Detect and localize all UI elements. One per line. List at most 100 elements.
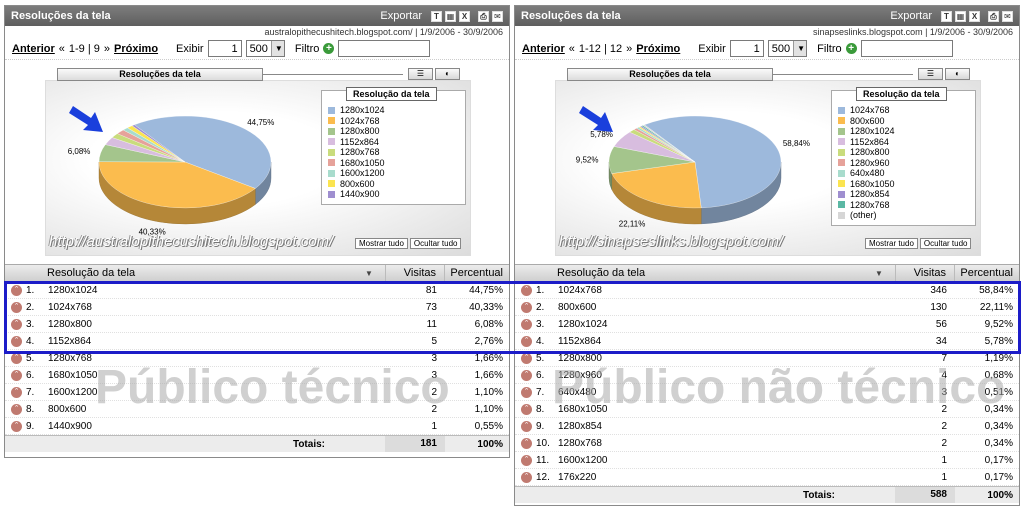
next-link[interactable]: Próximo [114, 43, 158, 55]
legend-item[interactable]: 1680x1050 [838, 179, 969, 190]
expand-row-icon[interactable]: ⌃ [521, 454, 532, 466]
legend-item[interactable]: 800x600 [838, 116, 969, 127]
legend-label: 1600x1200 [340, 168, 385, 179]
rank-number: 9. [26, 420, 35, 432]
legend-item[interactable]: 1280x800 [328, 126, 459, 137]
sort-desc-icon[interactable]: ▼ [365, 269, 385, 278]
legend-item[interactable]: 1024x768 [838, 105, 969, 116]
next-arrow-icon[interactable]: » [626, 43, 632, 55]
legend-item[interactable]: 800x600 [328, 179, 459, 190]
add-filter-icon[interactable]: + [845, 43, 857, 54]
table-row: ⌃ 6. 1280x960 4 0,68% [515, 367, 1019, 384]
expand-row-icon[interactable]: ⌃ [11, 352, 22, 364]
expand-row-icon[interactable]: ⌃ [521, 471, 532, 483]
resolution-cell: 1280x768 [48, 352, 92, 364]
visits-cell: 3 [941, 386, 947, 398]
legend-item[interactable]: 1280x768 [328, 147, 459, 158]
legend-item[interactable]: 640x480 [838, 168, 969, 179]
col-percent-header[interactable]: Percentual [445, 267, 509, 279]
prev-arrow-icon[interactable]: « [569, 43, 575, 55]
chart-export-icon[interactable]: ▦ [955, 10, 966, 22]
panel-title: Resoluções da tela [11, 10, 111, 22]
prev-arrow-icon[interactable]: « [59, 43, 65, 55]
visits-cell: 4 [941, 369, 947, 381]
text-export-icon[interactable]: T [941, 10, 952, 22]
expand-row-icon[interactable]: ⌃ [521, 369, 532, 381]
expand-row-icon[interactable]: ⌃ [521, 403, 532, 415]
legend-swatch [838, 190, 845, 198]
show-start-input[interactable] [207, 40, 242, 57]
percent-cell: 0,51% [984, 386, 1013, 398]
legend-item[interactable]: 1600x1200 [328, 168, 459, 179]
legend-item[interactable]: 1280x1024 [328, 105, 459, 116]
legend-item[interactable]: 1280x960 [838, 158, 969, 169]
percent-cell: 1,10% [474, 403, 503, 415]
legend-item[interactable]: 1152x864 [838, 137, 969, 148]
bar-chart-icon[interactable]: ☰ [918, 68, 943, 80]
chart-export-icon[interactable]: ▦ [445, 10, 456, 22]
expand-row-icon[interactable]: ⌃ [521, 437, 532, 449]
next-arrow-icon[interactable]: » [104, 43, 110, 55]
col-resolution-header[interactable]: Resolução da tela [515, 267, 875, 279]
legend-item[interactable]: 1680x1050 [328, 158, 459, 169]
hide-all-button[interactable]: Ocultar tudo [409, 238, 462, 249]
col-resolution-header[interactable]: Resolução da tela [5, 267, 365, 279]
rank-number: 7. [26, 386, 35, 398]
legend-item[interactable]: 1280x854 [838, 189, 969, 200]
legend-label: 1024x768 [340, 115, 380, 126]
bar-chart-icon[interactable]: ☰ [408, 68, 433, 80]
legend-item[interactable]: 1280x768 [838, 200, 969, 211]
prev-link[interactable]: Anterior [522, 43, 565, 55]
xls-export-icon[interactable]: X [459, 10, 470, 22]
resolution-cell: 1280x854 [558, 420, 602, 432]
next-link[interactable]: Próximo [636, 43, 680, 55]
sort-desc-icon[interactable]: ▼ [875, 269, 895, 278]
chart-type-buttons: ☰ ◐ [408, 68, 460, 80]
add-filter-icon[interactable]: + [323, 43, 335, 54]
expand-row-icon[interactable]: ⌃ [521, 386, 532, 398]
pie-chart-icon[interactable]: ◐ [945, 68, 970, 80]
pie-chart-icon[interactable]: ◐ [435, 68, 460, 80]
col-visits-header[interactable]: Visitas [895, 265, 955, 281]
rank-number: 12. [536, 471, 550, 483]
prev-link[interactable]: Anterior [12, 43, 55, 55]
legend-label: 800x600 [850, 115, 885, 126]
hide-all-button[interactable]: Ocultar tudo [919, 238, 972, 249]
pagination-bar: Anterior « 1-12 | 12 » Próximo Exibir 50… [515, 38, 1019, 60]
expand-row-icon[interactable]: ⌃ [11, 403, 22, 415]
legend-item[interactable]: 1152x864 [328, 137, 459, 148]
report-panel-left: Resoluções da tela Exportar T ▦ X ⎙ ✉ au… [4, 5, 510, 458]
percent-cell: 0,68% [984, 369, 1013, 381]
legend-item[interactable]: 1024x768 [328, 116, 459, 127]
expand-row-icon[interactable]: ⌃ [11, 386, 22, 398]
expand-row-icon[interactable]: ⌃ [11, 420, 22, 432]
show-all-button[interactable]: Mostrar tudo [355, 238, 408, 249]
page-size-select[interactable]: 500 ▼ [767, 40, 808, 57]
page-size-select[interactable]: 500 ▼ [245, 40, 285, 57]
email-icon[interactable]: ✉ [492, 10, 503, 22]
print-icon[interactable]: ⎙ [478, 10, 489, 22]
legend-item[interactable]: (other) [838, 210, 969, 221]
legend-item[interactable]: 1280x800 [838, 147, 969, 158]
rank-cell: ⌃ 7. [515, 386, 555, 398]
site-name: australopithecushitech.blogspot.com/ [264, 27, 413, 37]
filter-input[interactable] [338, 40, 431, 57]
resolution-cell: 1600x1200 [48, 386, 98, 398]
col-visits-header[interactable]: Visitas [385, 265, 445, 281]
expand-row-icon[interactable]: ⌃ [11, 369, 22, 381]
show-start-input[interactable] [729, 40, 764, 57]
print-icon[interactable]: ⎙ [988, 10, 999, 22]
expand-row-icon[interactable]: ⌃ [521, 352, 532, 364]
table-header: Resolução da tela ▼ Visitas Percentual [5, 264, 509, 282]
expand-row-icon[interactable]: ⌃ [521, 420, 532, 432]
legend-swatch [328, 138, 335, 146]
show-all-button[interactable]: Mostrar tudo [865, 238, 918, 249]
email-icon[interactable]: ✉ [1002, 10, 1013, 22]
legend-item[interactable]: 1440x900 [328, 189, 459, 200]
legend-item[interactable]: 1280x1024 [838, 126, 969, 137]
text-export-icon[interactable]: T [431, 10, 442, 22]
table-row: ⌃ 6. 1680x1050 3 1,66% [5, 367, 509, 384]
filter-input[interactable] [860, 40, 953, 57]
xls-export-icon[interactable]: X [969, 10, 980, 22]
col-percent-header[interactable]: Percentual [955, 267, 1019, 279]
